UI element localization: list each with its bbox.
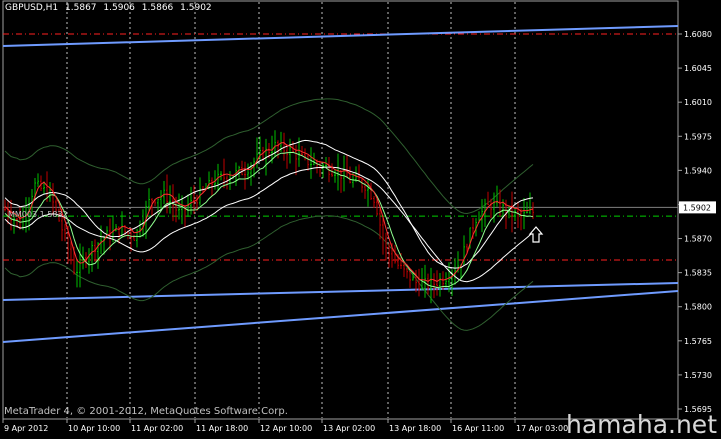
upper-trendline[interactable] — [2, 25, 679, 47]
open-value: 1.5867 — [65, 3, 97, 13]
chart-header: GBPUSD,H1 1.5867 1.5906 1.5866 1.5902 — [5, 3, 216, 13]
price-tick-label: 1.5800 — [684, 303, 712, 312]
price-tick-label: 1.5765 — [684, 337, 712, 346]
price-tick-label: 1.5835 — [684, 269, 712, 278]
time-tick-label: 13 Apr 18:00 — [389, 424, 441, 433]
current-price-tag-label: 1.5902 — [683, 203, 711, 212]
price-tick-label: 1.5730 — [684, 371, 712, 380]
symbol-label: GBPUSD,H1 — [5, 3, 59, 13]
buy-arrow-icon[interactable] — [528, 226, 544, 243]
time-tick-label: 16 Apr 11:00 — [452, 424, 504, 433]
low-value: 1.5866 — [141, 3, 174, 13]
time-tick-label: 13 Apr 02:00 — [323, 424, 375, 433]
object-label: MM003 1.5832 — [8, 210, 68, 219]
plot-border — [2, 0, 679, 420]
bollinger-lower — [4, 215, 534, 331]
price-tick-label: 1.5940 — [684, 166, 712, 175]
ma-white-upper — [4, 139, 534, 269]
ma-white-lower — [4, 166, 534, 283]
watermark-text: hamaha.net — [566, 410, 717, 439]
time-tick-label: 9 Apr 2012 — [4, 424, 48, 433]
price-tick-label: 1.6045 — [684, 64, 712, 73]
ma-green — [4, 151, 534, 289]
price-tick-label: 1.5870 — [684, 235, 712, 244]
price-tick-label: 1.6080 — [684, 30, 712, 39]
time-tick-label: 11 Apr 02:00 — [131, 424, 183, 433]
price-tick-label: 1.6010 — [684, 98, 712, 107]
chart-window[interactable]: 1.60801.60451.60101.59751.59401.59051.58… — [0, 0, 721, 439]
close-value: 1.5902 — [180, 3, 212, 13]
price-tick-label: 1.5975 — [684, 132, 712, 141]
price-chart[interactable]: 1.60801.60451.60101.59751.59401.59051.58… — [0, 0, 721, 439]
high-value: 1.5906 — [103, 3, 135, 13]
copyright-text: MetaTrader 4, © 2001-2012, MetaQuotes So… — [4, 406, 288, 417]
time-tick-label: 12 Apr 10:00 — [260, 424, 312, 433]
time-tick-label: 17 Apr 03:00 — [516, 424, 568, 433]
lower-trendline[interactable] — [2, 290, 679, 343]
time-tick-label: 10 Apr 10:00 — [68, 424, 120, 433]
time-tick-label: 11 Apr 18:00 — [196, 424, 248, 433]
